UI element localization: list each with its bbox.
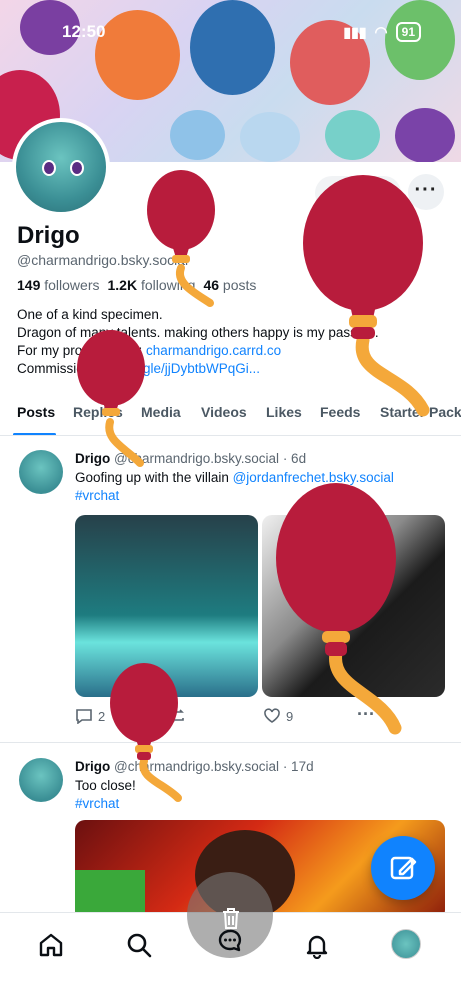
post-age: · 17d [282, 759, 314, 774]
avatar-eye [70, 160, 84, 176]
profile-stats: 149 followers 1.2K following 46 posts [17, 277, 256, 293]
commission-form-link[interactable]: forms.gle/jjDybtbWPqGi... [106, 361, 261, 376]
post-image[interactable] [262, 515, 445, 697]
display-name: Drigo [17, 222, 80, 249]
like-button[interactable]: 9 [263, 708, 293, 724]
following-link[interactable]: 1.2K following [108, 277, 196, 293]
hashtag-link[interactable]: #vrchat [75, 795, 136, 813]
post-body: Goofing up with the villain @jordanfrech… [75, 470, 394, 505]
post-author-name[interactable]: Drigo [75, 759, 110, 774]
repost-icon [170, 709, 184, 723]
trash-drop-zone[interactable] [187, 872, 273, 958]
signal-icon: ▮▮▮ [343, 23, 367, 40]
like-count: 9 [286, 708, 294, 724]
status-bar: 12:50 ▮▮▮ ◠ 91 [0, 20, 461, 44]
bell-icon[interactable] [303, 931, 331, 959]
bio-line: Commissions: forms.gle/jjDybtbWPqGi... [17, 361, 261, 376]
followers-link[interactable]: 149 followers [17, 277, 100, 293]
post-body: Too close! #vrchat [75, 778, 136, 813]
post-age: · 6d [282, 451, 307, 466]
status-time: 12:50 [62, 22, 106, 41]
post-author-handle[interactable]: @charmandrigo.bsky.social [114, 759, 279, 774]
compose-button[interactable] [371, 836, 435, 900]
mention-link[interactable]: @jordanfrechet.bsky.social [233, 470, 394, 485]
hashtag-link[interactable]: #vrchat [75, 487, 394, 505]
battery-icon: 91 [395, 22, 421, 42]
tab-media[interactable]: Media [141, 404, 181, 420]
profile-tabs: Posts Replies Media Videos Likes Feeds S… [0, 398, 461, 436]
reply-icon [76, 709, 92, 724]
banner-character [190, 0, 275, 95]
bio-line: For my profile check: charmandrigo.carrd… [17, 343, 282, 358]
tab-videos[interactable]: Videos [201, 404, 247, 420]
ellipsis-icon: ··· [414, 179, 438, 201]
balloon-sticker [303, 175, 430, 417]
post-author-avatar[interactable] [19, 758, 63, 802]
posts-count: 46 posts [203, 277, 257, 293]
heart-icon [264, 708, 280, 723]
active-tab-indicator [13, 433, 56, 435]
banner-character [240, 112, 300, 162]
reply-count: 2 [98, 708, 106, 724]
banner-character [395, 108, 455, 162]
profile-handle: @charmandrigo.bsky.social [17, 252, 189, 268]
repost-button[interactable] [168, 708, 186, 724]
post-author-name[interactable]: Drigo [75, 451, 110, 466]
post-author-handle[interactable]: @charmandrigo.bsky.social [114, 451, 279, 466]
post-actions: 2 9 ··· [75, 704, 445, 730]
trash-icon [223, 908, 239, 929]
tab-likes[interactable]: Likes [266, 404, 302, 420]
post-author-avatar[interactable] [19, 450, 63, 494]
post-header: Drigo @charmandrigo.bsky.social · 6d [75, 451, 306, 466]
tab-replies[interactable]: Replies [73, 404, 123, 420]
banner-character [325, 110, 380, 160]
carrd-link[interactable]: charmandrigo.carrd.co [146, 343, 281, 358]
post-header: Drigo @charmandrigo.bsky.social · 17d [75, 759, 314, 774]
ellipsis-icon: ··· [357, 704, 375, 724]
profile-avatar[interactable] [12, 118, 110, 216]
bio-line: Dragon of many talents. making others ha… [17, 325, 379, 340]
compose-icon [390, 856, 417, 880]
reply-button[interactable]: 2 [75, 708, 105, 724]
bio-line: One of a kind specimen. [17, 307, 163, 322]
chat-icon[interactable] [217, 928, 243, 952]
profile-bio: One of a kind specimen. Dragon of many t… [17, 306, 447, 378]
post-more-button[interactable]: ··· [357, 704, 375, 724]
profile-tab-avatar[interactable] [391, 929, 421, 959]
tab-starter-packs[interactable]: Starter Packs [380, 404, 461, 420]
search-icon[interactable] [125, 931, 153, 959]
home-icon[interactable] [37, 931, 65, 959]
follow-button[interactable] [315, 176, 401, 210]
post-divider [0, 742, 461, 743]
banner-character [170, 110, 225, 160]
more-options-button[interactable]: ··· [408, 174, 444, 210]
tab-posts[interactable]: Posts [17, 404, 55, 420]
wifi-icon: ◠ [374, 24, 388, 41]
tab-feeds[interactable]: Feeds [320, 404, 360, 420]
avatar-eye [42, 160, 56, 176]
post-image[interactable] [75, 515, 258, 697]
